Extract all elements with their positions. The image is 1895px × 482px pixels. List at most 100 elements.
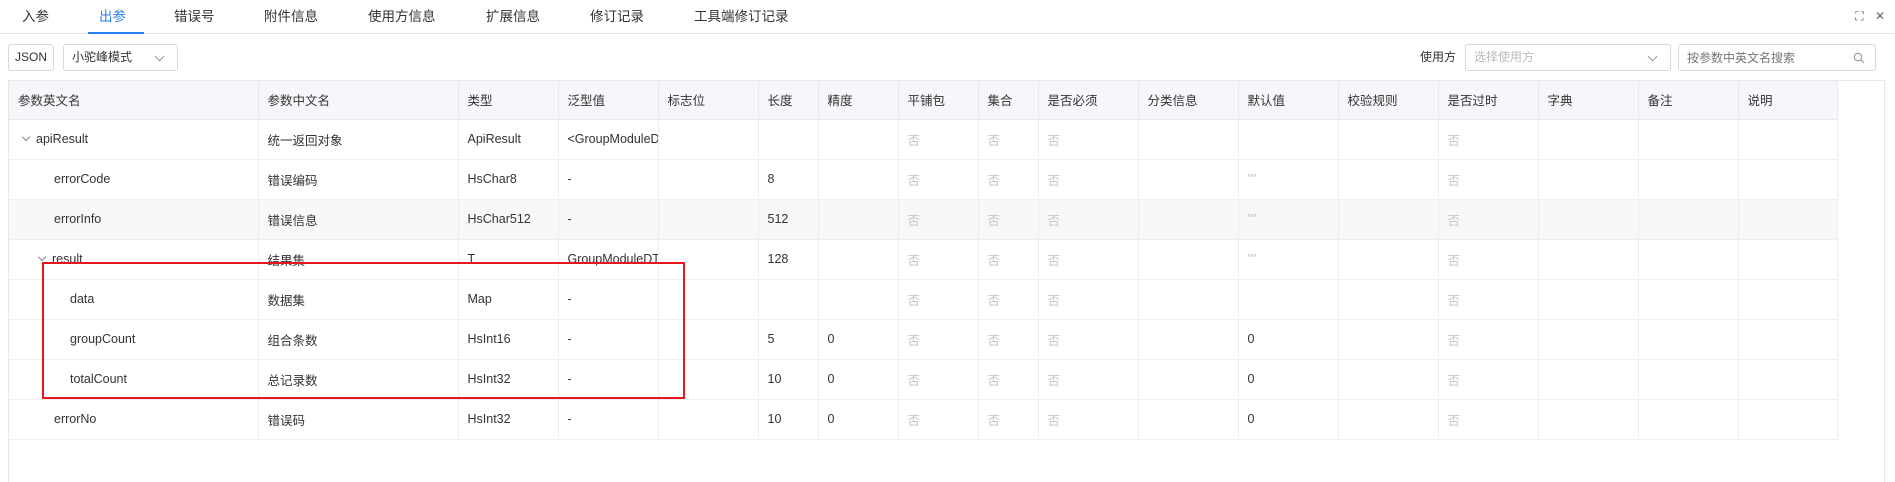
tab-revisions[interactable]: 修订记录 [590, 0, 644, 34]
col-header[interactable]: 校验规则 [1338, 81, 1439, 120]
tab-attachments[interactable]: 附件信息 [264, 0, 318, 34]
cell-text: 否 [1447, 173, 1461, 188]
table-cell-remark [1638, 199, 1739, 240]
cell-text: 否 [1047, 213, 1061, 228]
col-header[interactable]: 平铺包 [898, 81, 979, 120]
col-header[interactable]: 长度 [758, 81, 819, 120]
table-cell-type: Map [458, 279, 559, 320]
json-button[interactable]: JSON [8, 44, 54, 71]
table-cell-precision: 0 [818, 319, 899, 360]
col-header[interactable]: 是否过时 [1438, 81, 1539, 120]
table-cell-length [758, 279, 819, 320]
table-cell-flag [658, 239, 759, 280]
table-cell-en: errorCode [9, 159, 259, 200]
table-cell-check [1338, 199, 1439, 240]
col-header[interactable]: 类型 [458, 81, 559, 120]
col-header[interactable]: 默认值 [1238, 81, 1339, 120]
table-cell-length: 8 [758, 159, 819, 200]
tab-error-codes[interactable]: 错误号 [174, 0, 215, 34]
table-cell-en: groupCount [9, 319, 259, 360]
table-cell-en: errorInfo [9, 199, 259, 240]
cell-text: HsChar8 [467, 172, 517, 186]
table-cell-dict [1538, 279, 1639, 320]
table-cell-flat: 否 [898, 159, 979, 200]
table-cell-category [1138, 399, 1239, 440]
table-cell-flat: 否 [898, 319, 979, 360]
cell-text: "" [1247, 172, 1257, 186]
cell-text: 错误信息 [267, 213, 318, 228]
table-cell-category [1138, 319, 1239, 360]
table-cell-collection: 否 [978, 399, 1039, 440]
table-cell-type: ApiResult [458, 119, 559, 160]
table-cell-type: HsChar512 [458, 199, 559, 240]
cell-text: 512 [767, 212, 789, 226]
table-row[interactable]: errorInfo 错误信息 HsChar512 - 512 否 否 否 "" 否 [9, 199, 1838, 240]
table-row[interactable]: apiResult 统一返回对象 ApiResult <GroupModuleD 否 否 否… [9, 119, 1838, 160]
cell-text: HsInt32 [467, 372, 511, 386]
cell-text: T [467, 252, 476, 266]
col-header[interactable]: 精度 [818, 81, 899, 120]
tab-input-params[interactable]: 入参 [22, 0, 49, 34]
table-cell-default: "" [1238, 159, 1339, 200]
table-row[interactable]: errorNo 错误码 HsInt32 - 10 0 否 否 否 0 否 [9, 399, 1838, 440]
cell-text: 否 [987, 333, 1001, 348]
naming-mode-select[interactable]: 小驼峰模式 [63, 44, 178, 71]
table-cell-precision: 0 [818, 399, 899, 440]
table-cell-deprecated: 否 [1438, 399, 1539, 440]
col-header[interactable]: 参数中文名 [258, 81, 459, 120]
table-cell-check [1338, 119, 1439, 160]
col-header[interactable]: 泛型值 [558, 81, 659, 120]
col-header[interactable]: 集合 [978, 81, 1039, 120]
fullscreen-icon[interactable]: ⛶ [1855, 9, 1863, 23]
table-cell-flat: 否 [898, 199, 979, 240]
cell-text: result [52, 252, 83, 266]
expand-caret-icon[interactable] [21, 132, 31, 142]
table-row[interactable]: data 数据集 Map - 否 否 否 否 [9, 279, 1838, 320]
cell-text: 统一返回对象 [267, 133, 343, 148]
tab-output-params[interactable]: 出参 [99, 0, 126, 34]
cell-text: 否 [1047, 293, 1061, 308]
cell-text: 否 [1447, 413, 1461, 428]
table-cell-dict [1538, 399, 1639, 440]
table-cell-flag [658, 279, 759, 320]
tab-extensions[interactable]: 扩展信息 [486, 0, 540, 34]
cell-text: 否 [1447, 293, 1461, 308]
search-icon[interactable] [1853, 52, 1865, 64]
cell-text: 总记录数 [267, 373, 318, 388]
cell-text: 否 [1047, 413, 1061, 428]
consumer-select[interactable]: 选择使用方 [1465, 44, 1671, 71]
table-cell-en: errorNo [9, 399, 259, 440]
chevron-down-icon [1647, 51, 1658, 62]
table-cell-generic: - [558, 319, 659, 360]
col-header[interactable]: 标志位 [658, 81, 759, 120]
table-cell-length: 10 [758, 399, 819, 440]
table-row[interactable]: result 结果集 T GroupModuleDT 128 否 否 否 "" 否 [9, 239, 1838, 280]
table-row[interactable]: errorCode 错误编码 HsChar8 - 8 否 否 否 "" 否 [9, 159, 1838, 200]
cell-text: groupCount [70, 332, 136, 346]
table-cell-desc [1738, 359, 1838, 400]
param-search-input[interactable] [1678, 44, 1876, 71]
table-cell-en: data [9, 279, 259, 320]
consumer-placeholder: 选择使用方 [1474, 50, 1535, 64]
table-row[interactable]: groupCount 组合条数 HsInt16 - 5 0 否 否 否 0 否 [9, 319, 1838, 360]
table-cell-precision [818, 159, 899, 200]
tab-tool-revisions[interactable]: 工具端修订记录 [694, 0, 789, 34]
col-header[interactable]: 参数英文名 [9, 81, 259, 120]
col-header[interactable]: 字典 [1538, 81, 1639, 120]
cell-text: 组合条数 [267, 333, 318, 348]
table-cell-desc [1738, 399, 1838, 440]
col-header[interactable]: 是否必须 [1038, 81, 1139, 120]
col-header[interactable]: 说明 [1738, 81, 1838, 120]
expand-caret-icon[interactable] [37, 252, 47, 262]
cell-text: 128 [767, 252, 789, 266]
col-header[interactable]: 分类信息 [1138, 81, 1239, 120]
table-cell-collection: 否 [978, 279, 1039, 320]
col-header[interactable]: 备注 [1638, 81, 1739, 120]
close-icon[interactable]: ✕ [1875, 9, 1885, 23]
cell-text: 否 [907, 173, 921, 188]
cell-text: data [70, 292, 95, 306]
table-row[interactable]: totalCount 总记录数 HsInt32 - 10 0 否 否 否 0 否 [9, 359, 1838, 400]
table-cell-deprecated: 否 [1438, 119, 1539, 160]
tab-consumers[interactable]: 使用方信息 [368, 0, 436, 34]
table-cell-flag [658, 119, 759, 160]
